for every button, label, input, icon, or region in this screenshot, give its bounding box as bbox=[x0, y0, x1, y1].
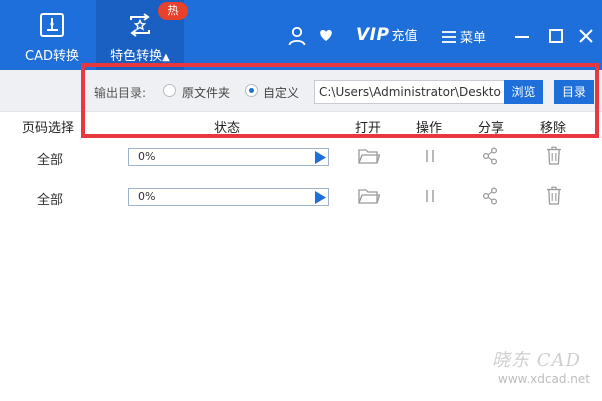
open-directory-button[interactable]: 目录 bbox=[554, 80, 594, 104]
nav-special-convert[interactable]: 特色转换▲ 热 bbox=[96, 0, 188, 70]
table-row: 全部 0% bbox=[0, 137, 602, 177]
vip-logo: VIP bbox=[356, 25, 390, 45]
nav-cad-convert[interactable]: CAD转换 bbox=[14, 0, 90, 70]
play-icon[interactable] bbox=[314, 191, 326, 204]
radio-original-folder[interactable] bbox=[163, 84, 176, 97]
folder-icon[interactable] bbox=[358, 147, 380, 165]
header-share: 分享 bbox=[478, 121, 505, 136]
header-status: 状态 bbox=[214, 121, 241, 136]
progress-bar: 0% bbox=[128, 148, 329, 166]
menu-button[interactable]: 菜单 bbox=[442, 27, 486, 46]
watermark-url: www.xdcad.net bbox=[498, 372, 590, 386]
hot-badge: 热 bbox=[158, 2, 188, 20]
radio-custom-label[interactable]: 自定义 bbox=[263, 84, 299, 101]
cad-file-icon bbox=[40, 13, 64, 37]
table-row: 全部 0% bbox=[0, 177, 602, 217]
page-select-cell[interactable]: 全部 bbox=[37, 149, 63, 168]
nav-cad-label: CAD转换 bbox=[25, 49, 79, 64]
minimize-icon[interactable] bbox=[512, 26, 532, 46]
watermark-logo: 晓东 CAD bbox=[492, 350, 581, 371]
progress-bar: 0% bbox=[128, 188, 329, 206]
output-path-input[interactable] bbox=[314, 80, 506, 104]
header-open: 打开 bbox=[355, 121, 382, 136]
share-icon[interactable] bbox=[482, 187, 498, 205]
vip-recharge-label: 充值 bbox=[391, 29, 418, 44]
radio-custom-folder[interactable] bbox=[245, 84, 258, 97]
share-icon[interactable] bbox=[482, 147, 498, 165]
folder-icon[interactable] bbox=[358, 187, 380, 205]
pause-icon[interactable] bbox=[424, 189, 436, 203]
trash-icon[interactable] bbox=[546, 146, 562, 165]
progress-text: 0% bbox=[138, 150, 156, 163]
header-operation: 操作 bbox=[416, 121, 443, 136]
trash-icon[interactable] bbox=[546, 186, 562, 205]
progress-text: 0% bbox=[138, 190, 156, 203]
maximize-icon[interactable] bbox=[546, 26, 566, 46]
browse-button[interactable]: 浏览 bbox=[504, 80, 543, 104]
user-icon[interactable] bbox=[288, 26, 306, 46]
caret-up-icon: ▲ bbox=[162, 52, 170, 63]
output-dir-label: 输出目录: bbox=[94, 86, 147, 100]
pause-icon[interactable] bbox=[424, 149, 436, 163]
table-header: 页码选择 状态 打开 操作 分享 移除 bbox=[0, 112, 602, 138]
page-select-cell[interactable]: 全部 bbox=[37, 189, 63, 208]
hamburger-icon bbox=[442, 31, 456, 43]
top-bar: CAD转换 特色转换▲ 热 VIP 充值 菜单 bbox=[0, 0, 602, 70]
heart-icon[interactable] bbox=[318, 27, 334, 43]
menu-label: 菜单 bbox=[460, 31, 487, 46]
header-remove: 移除 bbox=[540, 121, 567, 136]
radio-original-label[interactable]: 原文件夹 bbox=[182, 84, 230, 101]
vip-recharge-button[interactable]: VIP 充值 bbox=[356, 25, 417, 45]
watermark: 晓东 CAD www.xdcad.net bbox=[492, 346, 590, 386]
play-icon[interactable] bbox=[314, 151, 326, 164]
nav-special-label: 特色转换▲ bbox=[96, 45, 184, 64]
header-page-select: 页码选择 bbox=[22, 121, 75, 136]
close-icon[interactable] bbox=[576, 26, 596, 46]
nav-special-text: 特色转换 bbox=[110, 49, 163, 64]
star-convert-icon bbox=[130, 13, 150, 37]
